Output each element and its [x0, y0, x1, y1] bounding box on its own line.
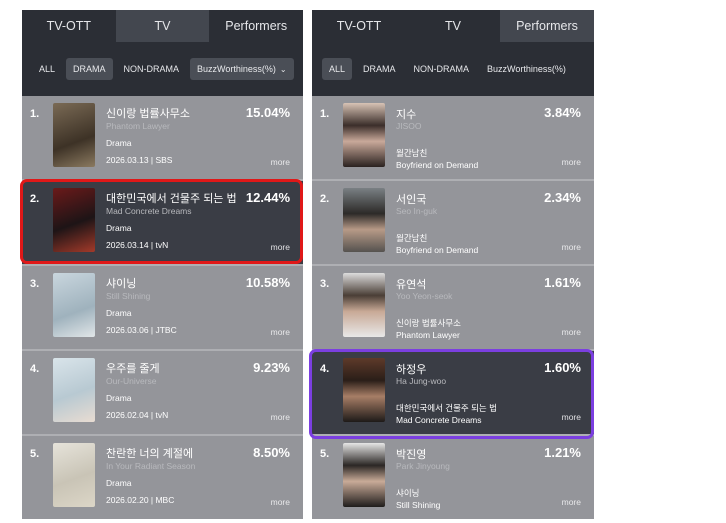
chevron-down-icon: ⌄: [279, 64, 287, 74]
more-link[interactable]: more: [271, 157, 290, 167]
ranking-row[interactable]: 1. 신이랑 법률사무소 Phantom Lawyer Drama 2026.0…: [22, 96, 303, 181]
performer-name[interactable]: 유연석: [396, 276, 426, 292]
filter-all[interactable]: ALL: [32, 58, 62, 80]
performer-photo[interactable]: [343, 273, 385, 337]
buzz-percent: 3.84%: [544, 105, 581, 120]
drama-meta: 2026.03.13 | SBS: [106, 155, 173, 165]
more-link[interactable]: more: [271, 497, 290, 507]
drama-title[interactable]: 샤이닝: [106, 275, 136, 291]
performer-ranking-panel: TV-OTT TV Performers ALL DRAMA NON-DRAMA…: [312, 10, 594, 519]
tab-tv[interactable]: TV: [406, 10, 500, 42]
filter-non-drama[interactable]: NON-DRAMA: [117, 58, 187, 80]
buzz-percent: 1.21%: [544, 445, 581, 460]
filter-buzzworthiness[interactable]: BuzzWorthiness(%): [480, 58, 573, 80]
ranking-row[interactable]: 4. 우주를 줄게 Our-Universe Drama 2026.02.04 …: [22, 351, 303, 436]
more-link[interactable]: more: [271, 412, 290, 422]
rank-number: 5.: [320, 448, 330, 460]
performer-work: 월간남친: [396, 148, 428, 158]
performer-list: 1. 지수 JISOO 월간남친 Boyfriend on Demand 3.8…: [312, 96, 594, 519]
performer-row[interactable]: 1. 지수 JISOO 월간남친 Boyfriend on Demand 3.8…: [312, 96, 594, 181]
performer-work: 신이랑 법률사무소: [396, 318, 461, 328]
performer-name-en: Seo In-guk: [396, 206, 438, 216]
performer-name[interactable]: 박진영: [396, 446, 426, 462]
rank-number: 3.: [320, 278, 330, 290]
tab-performers[interactable]: Performers: [209, 10, 303, 42]
filter-drama[interactable]: DRAMA: [66, 58, 113, 80]
more-link[interactable]: more: [562, 157, 581, 167]
drama-subtitle: Still Shining: [106, 291, 151, 301]
rank-number: 4.: [30, 363, 40, 375]
metric-dropdown[interactable]: BuzzWorthiness(%) ⌄: [190, 58, 294, 80]
drama-subtitle: Our-Universe: [106, 376, 157, 386]
performer-name[interactable]: 서인국: [396, 191, 426, 207]
performer-name-en: Park Jinyoung: [396, 461, 450, 471]
performer-name[interactable]: 지수: [396, 106, 416, 122]
performer-row[interactable]: 2. 서인국 Seo In-guk 월간남친 Boyfriend on Dema…: [312, 181, 594, 266]
performer-work-en: Boyfriend on Demand: [396, 160, 479, 170]
ranking-list: 1. 신이랑 법률사무소 Phantom Lawyer Drama 2026.0…: [22, 96, 303, 519]
drama-ranking-panel: TV-OTT TV Performers ALL DRAMA NON-DRAMA…: [22, 10, 303, 519]
rank-number: 1.: [30, 108, 40, 120]
rank-number: 3.: [30, 278, 40, 290]
performer-work: 샤이닝: [396, 488, 420, 498]
buzz-percent: 15.04%: [245, 105, 290, 120]
tab-performers[interactable]: Performers: [500, 10, 594, 42]
performer-work-en: Phantom Lawyer: [396, 330, 460, 340]
drama-genre: Drama: [106, 478, 132, 488]
performer-work-en: Still Shining: [396, 500, 441, 510]
drama-genre: Drama: [106, 308, 132, 318]
filter-non-drama[interactable]: NON-DRAMA: [407, 58, 477, 80]
metric-dropdown-label: BuzzWorthiness(%): [197, 64, 276, 74]
performer-row[interactable]: 3. 유연석 Yoo Yeon-seok 신이랑 법률사무소 Phantom L…: [312, 266, 594, 351]
more-link[interactable]: more: [562, 327, 581, 337]
drama-genre: Drama: [106, 393, 132, 403]
buzz-percent: 1.61%: [544, 275, 581, 290]
drama-title[interactable]: 우주를 줄게: [106, 360, 160, 376]
buzz-percent: 9.23%: [253, 360, 290, 375]
drama-meta: 2026.02.20 | MBC: [106, 495, 175, 505]
drama-poster[interactable]: [53, 358, 95, 422]
ranking-row[interactable]: 3. 샤이닝 Still Shining Drama 2026.03.06 | …: [22, 266, 303, 351]
performer-photo[interactable]: [343, 443, 385, 507]
drama-subtitle: Phantom Lawyer: [106, 121, 170, 131]
rank-number: 2.: [320, 193, 330, 205]
rank-number: 5.: [30, 448, 40, 460]
performer-name-en: JISOO: [396, 121, 422, 131]
buzz-percent: 2.34%: [544, 190, 581, 205]
drama-meta: 2026.02.04 | tvN: [106, 410, 169, 420]
buzz-percent: 10.58%: [245, 275, 290, 290]
tab-tv[interactable]: TV: [115, 10, 210, 42]
filter-drama[interactable]: DRAMA: [356, 58, 403, 80]
drama-poster[interactable]: [53, 103, 95, 167]
performer-work-en: Boyfriend on Demand: [396, 245, 479, 255]
filter-bar: ALL DRAMA NON-DRAMA BuzzWorthiness(%): [312, 42, 594, 96]
more-link[interactable]: more: [271, 327, 290, 337]
performer-work: 월간남친: [396, 233, 428, 243]
drama-title[interactable]: 찬란한 너의 계절에: [106, 445, 193, 461]
drama-meta: 2026.03.06 | JTBC: [106, 325, 177, 335]
category-tabs: TV-OTT TV Performers: [22, 10, 303, 42]
purple-highlight-box: [309, 349, 594, 439]
drama-poster[interactable]: [53, 443, 95, 507]
red-highlight-box: [20, 179, 303, 264]
tab-tv-ott[interactable]: TV-OTT: [312, 10, 406, 42]
drama-genre: Drama: [106, 138, 132, 148]
category-tabs: TV-OTT TV Performers: [312, 10, 594, 42]
rank-number: 1.: [320, 108, 330, 120]
more-link[interactable]: more: [562, 497, 581, 507]
filter-bar: ALL DRAMA NON-DRAMA BuzzWorthiness(%) ⌄: [22, 42, 303, 96]
drama-poster[interactable]: [53, 273, 95, 337]
performer-row[interactable]: 5. 박진영 Park Jinyoung 샤이닝 Still Shining 1…: [312, 436, 594, 519]
more-link[interactable]: more: [562, 242, 581, 252]
drama-title[interactable]: 신이랑 법률사무소: [106, 105, 190, 121]
drama-subtitle: In Your Radiant Season: [106, 461, 196, 471]
tab-tv-ott[interactable]: TV-OTT: [22, 10, 116, 42]
ranking-row[interactable]: 5. 찬란한 너의 계절에 In Your Radiant Season Dra…: [22, 436, 303, 519]
performer-photo[interactable]: [343, 103, 385, 167]
performer-name-en: Yoo Yeon-seok: [396, 291, 453, 301]
filter-all[interactable]: ALL: [322, 58, 353, 80]
performer-photo[interactable]: [343, 188, 385, 252]
buzz-percent: 8.50%: [253, 445, 290, 460]
